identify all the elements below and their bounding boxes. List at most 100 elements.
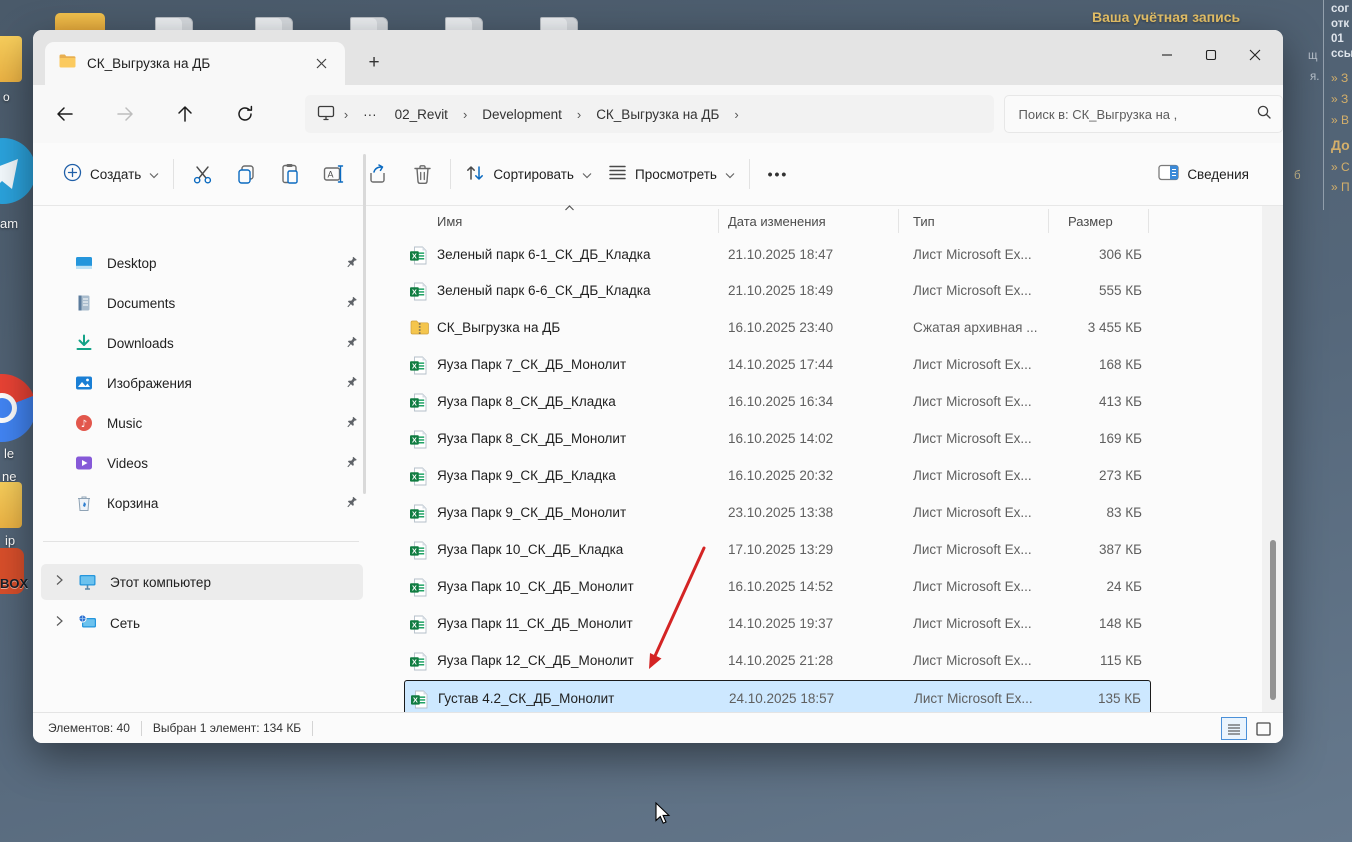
new-tab-button[interactable]: + <box>359 48 389 78</box>
list-scrollbar[interactable] <box>1262 206 1283 712</box>
close-button[interactable] <box>1233 38 1277 72</box>
file-shortcut-icon[interactable] <box>445 17 483 31</box>
file-name: СК_Выгрузка на ДБ <box>437 320 561 336</box>
file-shortcut-icon[interactable] <box>350 17 388 31</box>
file-row[interactable]: X Густав 4.2_СК_ДБ_Монолит 24.10.2025 18:5… <box>404 679 1151 717</box>
file-type: Лист Microsoft Ex... <box>913 615 1032 631</box>
new-button[interactable]: Создать <box>55 157 167 191</box>
panel-link[interactable]: » П <box>1331 180 1350 194</box>
file-date: 16.10.2025 20:32 <box>728 468 834 484</box>
sidebar-item-label: Downloads <box>107 335 174 351</box>
file-row[interactable]: X Яуза Парк 7_СК_ДБ_Монолит 14.10.2025 17:… <box>404 347 1151 384</box>
panel-link[interactable]: » З <box>1331 71 1348 85</box>
panel-link[interactable]: » З <box>1331 92 1348 106</box>
sidebar-item-documents[interactable]: Documents <box>41 285 363 321</box>
music-icon: ♪ <box>75 414 93 435</box>
excel-file-icon: X <box>410 467 427 489</box>
paste-button[interactable] <box>268 154 312 194</box>
file-row[interactable]: X Яуза Парк 9_СК_ДБ_Монолит 23.10.2025 13:… <box>404 495 1151 532</box>
file-date: 17.10.2025 13:29 <box>728 541 834 557</box>
breadcrumb-item[interactable]: 02_Revit <box>389 104 454 125</box>
file-shortcut-icon[interactable] <box>540 17 578 31</box>
refresh-button[interactable] <box>231 100 259 128</box>
tab-current[interactable]: СК_Выгрузка на ДБ <box>45 42 345 85</box>
sidebar-tree-network[interactable]: Сеть <box>41 605 363 641</box>
panel-link[interactable]: » В <box>1331 113 1349 127</box>
sidebar-item-desktop[interactable]: Desktop <box>41 245 363 281</box>
breadcrumb-item[interactable]: Development <box>476 104 568 125</box>
file-row[interactable]: X Яуза Парк 10_СК_ДБ_Монолит 16.10.2025 14… <box>404 569 1151 606</box>
search-input[interactable]: Поиск в: СК_Выгрузка на , <box>1003 95 1284 133</box>
chevron-right-icon: › <box>462 106 468 122</box>
file-row[interactable]: X Зеленый парк 6-6_СК_ДБ_Кладка 21.10.2025… <box>404 273 1151 310</box>
file-type: Лист Microsoft Ex... <box>913 541 1032 557</box>
file-row[interactable]: X Зеленый парк 6-1_СК_ДБ_Кладка 21.10.2025… <box>404 237 1151 274</box>
sidebar-item-pictures[interactable]: Изображения <box>41 365 363 401</box>
column-separator[interactable] <box>718 209 719 233</box>
search-icon[interactable] <box>1256 104 1272 125</box>
breadcrumb-item[interactable]: СК_Выгрузка на ДБ <box>590 104 725 125</box>
excel-file-icon: X <box>410 282 427 304</box>
telegram-icon[interactable] <box>0 138 36 204</box>
copy-button[interactable] <box>224 154 268 194</box>
column-header-name[interactable]: Имя <box>437 214 462 229</box>
details-pane-button[interactable]: Сведения <box>1150 158 1257 190</box>
file-name: Яуза Парк 10_СК_ДБ_Монолит <box>437 578 634 594</box>
details-view-toggle[interactable] <box>1221 717 1247 740</box>
column-header-date[interactable]: Дата изменения <box>728 214 826 229</box>
svg-text:X: X <box>412 362 417 371</box>
this-pc-icon[interactable] <box>317 105 335 124</box>
file-row[interactable]: СК_Выгрузка на ДБ 16.10.2025 23:40 Сжатая … <box>404 310 1151 347</box>
forward-button[interactable] <box>111 100 139 128</box>
sort-button[interactable]: Сортировать <box>457 157 600 192</box>
file-row[interactable]: X Яуза Парк 8_СК_ДБ_Монолит 16.10.2025 14:… <box>404 421 1151 458</box>
column-header-type[interactable]: Тип <box>913 214 935 229</box>
chrome-icon[interactable] <box>0 374 36 442</box>
scrollbar-thumb[interactable] <box>1270 540 1276 700</box>
cut-button[interactable] <box>180 154 224 194</box>
folder-shortcut-icon[interactable] <box>0 36 22 82</box>
svg-text:X: X <box>413 695 418 704</box>
tab-close-icon[interactable] <box>309 52 333 76</box>
svg-text:A: A <box>328 170 334 180</box>
explorer-window: СК_Выгрузка на ДБ + › ··· 02_Revit › Dev… <box>33 30 1284 743</box>
file-row[interactable]: X Яуза Парк 11_СК_ДБ_Монолит 14.10.2025 19… <box>404 606 1151 643</box>
sidebar-scrollbar[interactable] <box>363 154 366 494</box>
more-options-button[interactable]: ••• <box>756 154 800 194</box>
svg-text:X: X <box>412 509 417 518</box>
breadcrumb-ellipsis[interactable]: ··· <box>357 104 383 125</box>
file-name: Яуза Парк 8_СК_ДБ_Монолит <box>437 431 627 447</box>
column-separator[interactable] <box>1048 209 1049 233</box>
rename-button[interactable]: A <box>312 154 356 194</box>
file-row[interactable]: X Яуза Парк 10_СК_ДБ_Кладка 17.10.2025 13:… <box>404 532 1151 569</box>
column-separator[interactable] <box>1148 209 1149 233</box>
sidebar-item-recycle[interactable]: Корзина <box>41 485 363 521</box>
column-separator[interactable] <box>898 209 899 233</box>
file-shortcut-icon[interactable] <box>255 17 293 31</box>
maximize-button[interactable] <box>1189 38 1233 72</box>
back-button[interactable] <box>51 100 79 128</box>
file-shortcut-icon[interactable] <box>155 17 193 31</box>
sidebar-tree-pc[interactable]: Этот компьютер <box>41 564 363 600</box>
delete-button[interactable] <box>400 154 444 194</box>
folder-shortcut-icon[interactable] <box>55 13 105 30</box>
up-button[interactable] <box>171 100 199 128</box>
file-row[interactable]: X Яуза Парк 9_СК_ДБ_Кладка 16.10.2025 20:3… <box>404 458 1151 495</box>
sidebar-item-downloads[interactable]: Downloads <box>41 325 363 361</box>
panel-link[interactable]: » С <box>1331 160 1350 174</box>
view-button[interactable]: Просмотреть <box>600 158 743 190</box>
sidebar-item-videos[interactable]: Videos <box>41 445 363 481</box>
sidebar-item-music[interactable]: ♪ Music <box>41 405 363 441</box>
chevron-expand-icon[interactable] <box>52 614 66 631</box>
folder-shortcut-icon[interactable] <box>0 482 22 528</box>
excel-file-icon: X <box>410 578 427 600</box>
file-row[interactable]: X Яуза Парк 8_СК_ДБ_Кладка 16.10.2025 16:3… <box>404 384 1151 421</box>
chevron-expand-icon[interactable] <box>52 573 66 590</box>
file-name: Зеленый парк 6-1_СК_ДБ_Кладка <box>437 246 651 262</box>
file-row[interactable]: X Яуза Парк 12_СК_ДБ_Монолит 14.10.2025 21… <box>404 643 1151 680</box>
column-header-size[interactable]: Размер <box>1068 214 1113 229</box>
pin-icon <box>345 416 358 432</box>
thumbnail-view-toggle[interactable] <box>1250 717 1276 740</box>
minimize-button[interactable] <box>1145 38 1189 72</box>
downloads-icon <box>75 334 93 355</box>
